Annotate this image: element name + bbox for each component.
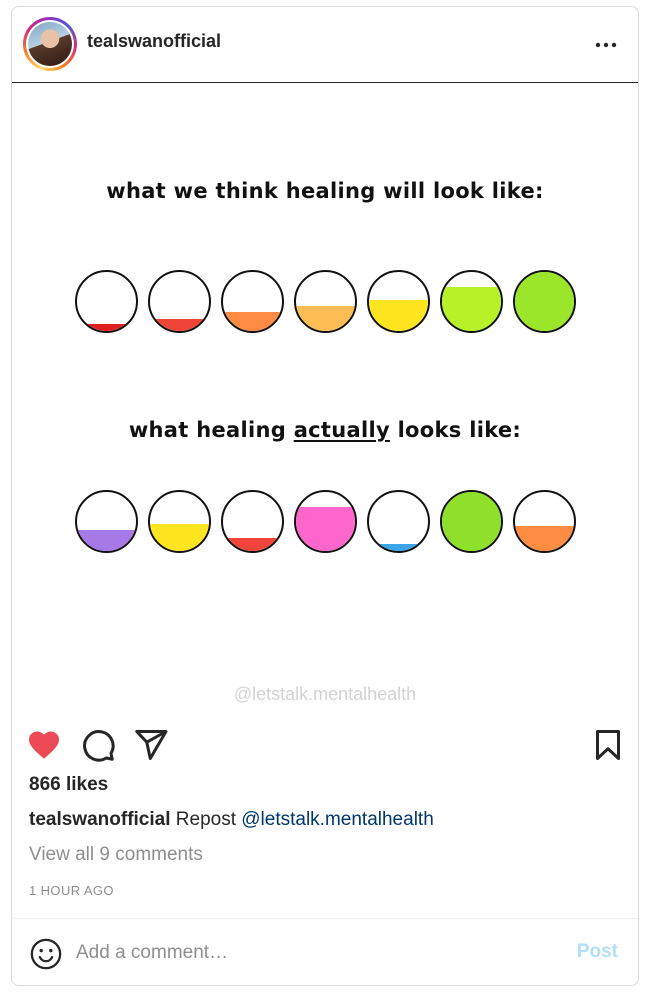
expected-circle-fill-4: [296, 305, 355, 331]
comment-input[interactable]: [76, 935, 546, 971]
actual-circle-fill-5: [369, 543, 428, 551]
header-username[interactable]: tealswanofficial: [87, 31, 221, 52]
post-header: tealswanofficial: [12, 7, 638, 83]
expected-circle-5: [367, 270, 430, 333]
bookmark-icon[interactable]: [590, 727, 626, 763]
post-timestamp[interactable]: 1 HOUR AGO: [29, 883, 114, 898]
heart-filled-icon[interactable]: [26, 727, 62, 763]
image-heading-top: what we think healing will look like:: [106, 179, 544, 203]
expected-circle-2: [148, 270, 211, 333]
actual-circle-6: [440, 490, 503, 553]
actual-circle-fill-6: [442, 492, 501, 551]
caption-mention[interactable]: @letstalk.mentalhealth: [241, 809, 434, 830]
likes-count[interactable]: 866 likes: [29, 774, 108, 796]
actual-circle-4: [294, 490, 357, 553]
post-card: tealswanofficial what we think healing w…: [11, 6, 639, 986]
expected-circle-fill-6: [442, 286, 501, 331]
action-bar: [12, 719, 638, 769]
actual-circle-fill-2: [150, 524, 209, 551]
image-heading-bottom: what healing actually looks like:: [128, 418, 522, 442]
expected-circle-fill-2: [150, 319, 209, 331]
expected-circle-fill-1: [77, 323, 136, 331]
actual-circle-fill-7: [515, 525, 574, 551]
actual-circle-1: [75, 490, 138, 553]
smiley-icon[interactable]: [29, 937, 63, 971]
post-comment-button[interactable]: Post: [577, 941, 618, 963]
avatar-image: [28, 22, 72, 66]
caption-text: Repost: [175, 809, 236, 830]
expected-circle-6: [440, 270, 503, 333]
image-watermark: @letstalk.mentalhealth: [233, 684, 417, 704]
avatar[interactable]: [23, 17, 77, 71]
actual-circle-2: [148, 490, 211, 553]
actual-circle-fill-3: [223, 538, 282, 551]
actual-circle-fill-1: [77, 530, 136, 551]
expected-circle-fill-5: [369, 299, 428, 331]
expected-circle-fill-3: [223, 311, 282, 331]
actual-circle-fill-4: [296, 506, 355, 551]
actual-circle-3: [221, 490, 284, 553]
more-options-icon[interactable]: [592, 33, 620, 57]
post-caption: tealswanofficial Repost @letstalk.mental…: [29, 809, 434, 831]
comment-bar: Post: [12, 918, 638, 985]
share-icon[interactable]: [133, 727, 169, 763]
healing-expected-row: [75, 270, 579, 334]
expected-circle-7: [513, 270, 576, 333]
caption-username[interactable]: tealswanofficial: [29, 809, 171, 830]
actual-circle-7: [513, 490, 576, 553]
expected-circle-1: [75, 270, 138, 333]
expected-circle-4: [294, 270, 357, 333]
expected-circle-3: [221, 270, 284, 333]
emphasis-word: actually: [293, 418, 390, 442]
comment-icon[interactable]: [80, 727, 116, 763]
expected-circle-fill-7: [515, 272, 574, 331]
post-image[interactable]: what we think healing will look like: wh…: [12, 84, 638, 714]
actual-circle-5: [367, 490, 430, 553]
healing-actual-row: [75, 490, 579, 554]
view-all-comments-link[interactable]: View all 9 comments: [29, 844, 203, 866]
